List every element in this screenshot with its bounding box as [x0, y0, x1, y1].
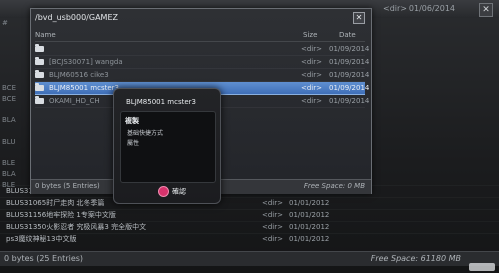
folder-size: <dir>: [301, 84, 322, 92]
file-type: <dir>: [262, 199, 283, 207]
popup-menu-list: 複製 基础快捷方式 屬性: [120, 111, 216, 183]
popup-title: BLJM85001 mcster3: [126, 98, 196, 106]
file-name: BLUS31156地牢探险 1专案中文版: [6, 211, 116, 219]
table-row[interactable]: ps3魔纹神秘13中文版 <dir> 01/01/2012: [0, 233, 499, 245]
folder-size: <dir>: [301, 97, 322, 105]
column-header: Name Size Date: [35, 29, 365, 42]
menu-item-properties[interactable]: 屬性: [127, 138, 139, 147]
menu-item-shortcut[interactable]: 基础快捷方式: [127, 128, 163, 137]
folder-icon: [35, 83, 44, 91]
folder-date: 01/09/2014: [329, 71, 370, 79]
column-name-header[interactable]: Name: [35, 31, 56, 39]
background-status-bar: 0 bytes (25 Entries) Free Space: 61180 M…: [0, 251, 499, 266]
file-date: 01/01/2012: [289, 211, 330, 219]
table-row[interactable]: BLUS31156地牢探险 1专案中文版 <dir> 01/01/2012: [0, 209, 499, 221]
folder-icon: [35, 57, 44, 65]
confirm-label: 確認: [172, 187, 186, 196]
confirm-button[interactable]: 確認: [158, 186, 186, 198]
column-date-header[interactable]: Date: [339, 31, 356, 39]
table-row[interactable]: BLUS31350火影忍者 究极风暴3 完全版中文 <dir> 01/01/20…: [0, 221, 499, 233]
folder-size: <dir>: [301, 58, 322, 66]
circle-button-icon: [158, 186, 169, 197]
folder-icon: [35, 44, 44, 52]
folder-date: 01/09/2014: [329, 84, 370, 92]
folder-name: OKAMI_HD_CH: [49, 97, 100, 105]
background-close-icon[interactable]: ✕: [479, 3, 493, 17]
background-date-label: 01/06/2014: [408, 4, 455, 13]
table-row[interactable]: [BCJS30071] wangda <dir> 01/09/2014: [35, 56, 369, 69]
background-file-list: BLUS31063转亿变码3 <dir> 01/01/2012 BLUS3106…: [0, 185, 499, 245]
folder-icon: [35, 70, 44, 78]
context-menu-popup: BLJM85001 mcster3 複製 基础快捷方式 屬性 確認: [113, 88, 221, 204]
table-row[interactable]: <dir> 01/09/2014: [35, 43, 369, 56]
table-row[interactable]: BLJM60516 cike3 <dir> 01/09/2014: [35, 69, 369, 82]
menu-item-copy[interactable]: 複製: [125, 116, 139, 126]
file-name: BLUS31350火影忍者 究极风暴3 完全版中文: [6, 223, 147, 231]
window-path-title: /bvd_usb000/GAMEZ: [35, 13, 118, 22]
close-icon[interactable]: ✕: [353, 12, 365, 24]
file-date: 01/01/2012: [289, 235, 330, 243]
free-space: Free Space: 0 MB: [303, 182, 365, 190]
folder-name: BLJM85001 mcster3: [49, 84, 119, 92]
entry-count: 0 bytes (5 Entries): [35, 182, 100, 190]
folder-date: 01/09/2014: [329, 97, 370, 105]
file-type: <dir>: [262, 235, 283, 243]
table-row[interactable]: BLUS31065时尸走肉 北冬季篇 <dir> 01/01/2012: [0, 197, 499, 209]
watermark-logo: [469, 263, 495, 271]
file-name: BLUS31065时尸走肉 北冬季篇: [6, 199, 105, 207]
file-date: 01/01/2012: [289, 199, 330, 207]
folder-date: 01/09/2014: [329, 58, 370, 66]
folder-icon: [35, 96, 44, 104]
column-size-header[interactable]: Size: [303, 31, 317, 39]
folder-size: <dir>: [301, 45, 322, 53]
folder-name: BLJM60516 cike3: [49, 71, 109, 79]
folder-size: <dir>: [301, 71, 322, 79]
file-type: <dir>: [262, 211, 283, 219]
background-free-space: Free Space: 61180 MB: [370, 254, 461, 263]
folder-name: [BCJS30071] wangda: [49, 58, 123, 66]
background-entry-count: 0 bytes (25 Entries): [4, 254, 84, 263]
folder-date: 01/09/2014: [329, 45, 370, 53]
file-date: 01/01/2012: [289, 223, 330, 231]
background-dir-label: <dir>: [383, 4, 407, 13]
file-type: <dir>: [262, 223, 283, 231]
file-name: ps3魔纹神秘13中文版: [6, 235, 77, 243]
